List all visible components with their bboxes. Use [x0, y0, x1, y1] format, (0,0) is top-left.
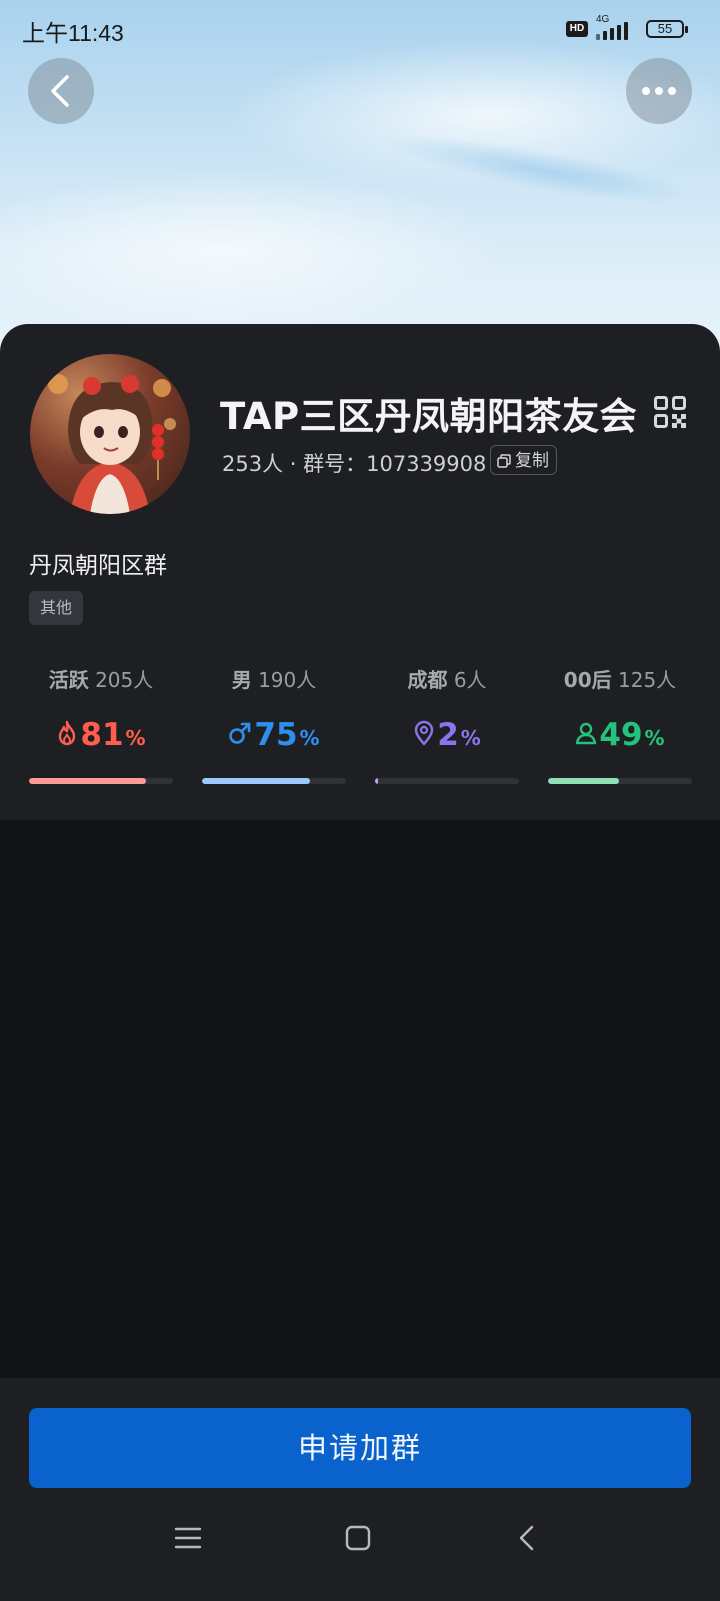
- stat-male: 男 190人 75%: [202, 664, 346, 784]
- stat-percent-sign: %: [460, 726, 481, 750]
- stat-percent-sign: %: [644, 726, 665, 750]
- stat-percent: 2%: [375, 717, 519, 753]
- stat-title: 成都: [407, 668, 448, 692]
- stat-label: 活跃 205人: [29, 664, 173, 693]
- stat-percent-sign: %: [125, 726, 146, 750]
- stat-progress-fill: [375, 778, 378, 784]
- bottom-bar: 申请加群: [0, 1378, 720, 1601]
- stat-percent: 75%: [202, 717, 346, 753]
- cloud: [0, 170, 500, 330]
- stat-value: 190人: [258, 668, 317, 692]
- stat-value: 205人: [95, 668, 154, 692]
- stat-percent-value: 75: [254, 717, 298, 753]
- more-horizontal-icon: [642, 87, 676, 95]
- stat-percent-value: 2: [437, 717, 459, 753]
- group-id-value: 107339908: [366, 452, 487, 476]
- person-icon: [576, 722, 597, 745]
- qr-code-icon[interactable]: [654, 396, 686, 428]
- avatar-illustration: [48, 374, 176, 514]
- stat-label: 成都 6人: [375, 664, 519, 693]
- group-tag: 其他: [29, 591, 84, 625]
- copy-button[interactable]: 复制: [490, 445, 557, 475]
- hd-badge: HD: [566, 21, 588, 37]
- stat-generation: 00后 125人 49%: [548, 664, 692, 784]
- stat-percent-value: 81: [80, 717, 124, 753]
- stat-percent: 49%: [548, 717, 692, 753]
- flame-icon: [59, 720, 76, 746]
- battery-icon: 55: [646, 20, 688, 38]
- nav-home-button[interactable]: [338, 1518, 378, 1558]
- group-info-card: TAP三区丹凤朝阳茶友会 253人 · 群号：107339908 复制 丹凤朝阳…: [0, 324, 720, 820]
- stat-progress-track: [375, 778, 519, 784]
- signal-icon: [596, 22, 636, 40]
- stat-percent: 81%: [29, 717, 173, 753]
- more-button[interactable]: [626, 58, 692, 124]
- stat-progress-fill: [202, 778, 310, 784]
- stat-active: 活跃 205人 81%: [29, 664, 173, 784]
- system-nav-bar: [0, 1518, 720, 1578]
- stat-title: 男: [231, 668, 252, 692]
- stat-label: 男 190人: [202, 664, 346, 693]
- stat-title: 00后: [563, 668, 612, 692]
- copy-icon: [497, 454, 511, 468]
- stat-label: 00后 125人: [548, 664, 692, 693]
- stat-value: 125人: [618, 668, 677, 692]
- stat-progress-fill: [548, 778, 619, 784]
- stat-progress-track: [202, 778, 346, 784]
- stat-city: 成都 6人 2%: [375, 664, 519, 784]
- copy-label: 复制: [515, 451, 549, 471]
- stat-percent-sign: %: [299, 726, 320, 750]
- stat-progress-track: [29, 778, 173, 784]
- location-pin-icon: [414, 720, 434, 746]
- stat-value: 6人: [453, 668, 487, 692]
- back-button[interactable]: [28, 58, 94, 124]
- male-icon: [229, 722, 251, 744]
- home-square-icon: [345, 1525, 371, 1551]
- group-name: TAP三区丹凤朝阳茶友会: [220, 395, 638, 438]
- join-group-button[interactable]: 申请加群: [29, 1408, 691, 1488]
- member-count: 253人: [222, 452, 284, 476]
- group-description: 丹凤朝阳区群: [29, 553, 167, 579]
- stat-title: 活跃: [48, 668, 89, 692]
- status-time: 上午11:43: [22, 20, 124, 46]
- stat-percent-value: 49: [599, 717, 643, 753]
- stat-progress-track: [548, 778, 692, 784]
- status-bar: 上午11:43 HD 4G 55: [0, 0, 720, 60]
- group-meta: 253人 · 群号：107339908: [222, 448, 486, 478]
- battery-level: 55: [657, 21, 673, 36]
- group-id-label: 群号：: [303, 452, 367, 476]
- stat-progress-fill: [29, 778, 146, 784]
- menu-icon: [174, 1527, 202, 1549]
- chevron-left-icon: [51, 75, 69, 107]
- nav-back-button[interactable]: [508, 1518, 548, 1558]
- back-arrow-icon: [519, 1525, 534, 1551]
- meta-separator: ·: [283, 452, 304, 476]
- nav-menu-button[interactable]: [168, 1518, 208, 1558]
- group-avatar: [30, 354, 190, 514]
